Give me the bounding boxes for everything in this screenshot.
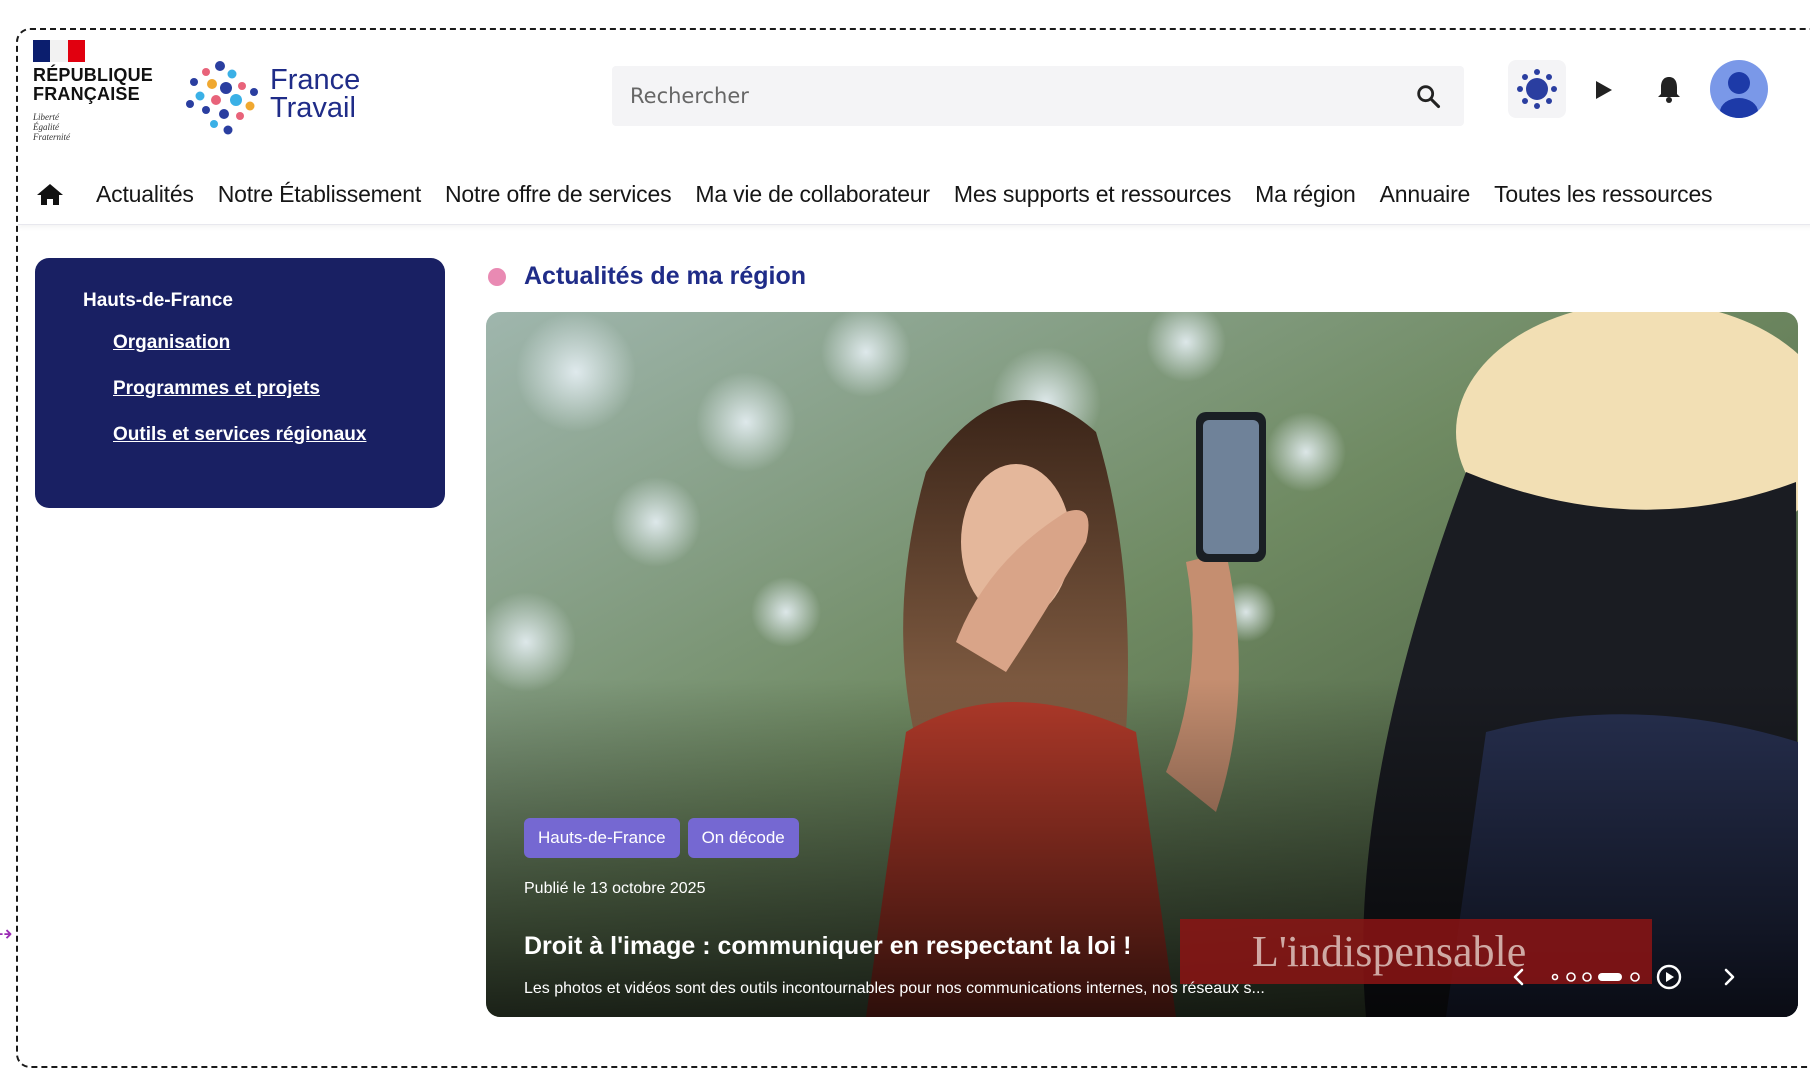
user-icon bbox=[1720, 72, 1758, 118]
sidebar-link-programmes-projets[interactable]: Programmes et projets bbox=[113, 378, 445, 400]
publication-date: Publié le 13 octobre 2025 bbox=[524, 880, 706, 897]
news-carousel[interactable]: L'indispensable Hauts-de-France On décod… bbox=[486, 312, 1798, 1017]
sidebar-link-outils-services[interactable]: Outils et services régionaux bbox=[113, 424, 445, 446]
play-circle-icon[interactable] bbox=[1654, 962, 1684, 992]
nav-item-vie-collaborateur[interactable]: Ma vie de collaborateur bbox=[695, 181, 930, 208]
chevron-left-icon[interactable] bbox=[1504, 962, 1534, 992]
hero-article-title[interactable]: Droit à l'image : communiquer en respect… bbox=[524, 932, 1131, 961]
rf-name: RÉPUBLIQUE FRANÇAISE bbox=[33, 65, 154, 104]
bullet-dot-icon bbox=[488, 267, 506, 286]
sidebar-link-organisation[interactable]: Organisation bbox=[113, 332, 445, 354]
search-icon[interactable] bbox=[1414, 82, 1442, 110]
france-travail-logo[interactable]: France Travail bbox=[184, 52, 374, 142]
main-navigation: Actualités Notre Établissement Notre off… bbox=[18, 165, 1810, 225]
nav-item-annuaire[interactable]: Annuaire bbox=[1380, 181, 1471, 208]
section-heading: Actualités de ma région bbox=[488, 262, 806, 291]
motto-line: Liberté bbox=[33, 112, 59, 122]
notification-bell-icon[interactable] bbox=[1654, 73, 1684, 105]
motto-line: Égalité bbox=[33, 122, 59, 132]
republique-francaise-logo[interactable]: RÉPUBLIQUE FRANÇAISE Liberté Égalité Fra… bbox=[33, 40, 178, 160]
region-sidebar: Hauts-de-France Organisation Programmes … bbox=[35, 258, 445, 508]
nav-item-supports-ressources[interactable]: Mes supports et ressources bbox=[954, 181, 1232, 208]
carousel-dot[interactable] bbox=[1630, 972, 1640, 982]
play-icon[interactable] bbox=[1593, 78, 1615, 102]
site-header: RÉPUBLIQUE FRANÇAISE Liberté Égalité Fra… bbox=[18, 30, 1810, 165]
sun-icon bbox=[1517, 69, 1557, 109]
chevron-right-icon[interactable] bbox=[1714, 962, 1744, 992]
carousel-controls bbox=[1504, 962, 1784, 996]
sidebar-region-title[interactable]: Hauts-de-France bbox=[83, 290, 445, 312]
hero-gradient-overlay bbox=[486, 312, 1798, 1017]
carousel-dot[interactable] bbox=[1566, 972, 1576, 982]
nav-item-actualites[interactable]: Actualités bbox=[96, 181, 194, 208]
carousel-dot[interactable] bbox=[1582, 972, 1592, 982]
search-input[interactable] bbox=[612, 66, 1464, 126]
annotation-arrow-icon: ⇢ bbox=[0, 922, 13, 947]
nav-item-ma-region[interactable]: Ma région bbox=[1255, 181, 1356, 208]
carousel-pagination[interactable] bbox=[1544, 962, 1654, 992]
home-icon[interactable] bbox=[34, 179, 66, 211]
user-avatar[interactable] bbox=[1710, 60, 1768, 118]
nav-item-toutes-ressources[interactable]: Toutes les ressources bbox=[1494, 181, 1712, 208]
france-travail-dots-icon bbox=[186, 61, 258, 135]
nav-item-offre-de-services[interactable]: Notre offre de services bbox=[445, 181, 672, 208]
rf-motto: Liberté Égalité Fraternité bbox=[33, 112, 178, 142]
nav-item-notre-etablissement[interactable]: Notre Établissement bbox=[218, 181, 421, 208]
carousel-dot[interactable] bbox=[1551, 973, 1559, 981]
section-title: Actualités de ma région bbox=[524, 262, 807, 290]
search-bar[interactable] bbox=[612, 66, 1464, 126]
hero-article-description: Les photos et vidéos sont des outils inc… bbox=[524, 980, 1265, 997]
theme-toggle-button[interactable] bbox=[1508, 60, 1566, 118]
carousel-dot[interactable] bbox=[1598, 973, 1622, 981]
brand-name: France Travail bbox=[270, 64, 361, 124]
tag-region[interactable]: Hauts-de-France bbox=[524, 818, 680, 858]
marianne-flag-icon bbox=[33, 40, 85, 62]
motto-line: Fraternité bbox=[33, 132, 70, 142]
hero-tags: Hauts-de-France On décode bbox=[524, 818, 799, 858]
browser-frame: RÉPUBLIQUE FRANÇAISE Liberté Égalité Fra… bbox=[16, 28, 1810, 1068]
tag-category[interactable]: On décode bbox=[687, 818, 799, 858]
